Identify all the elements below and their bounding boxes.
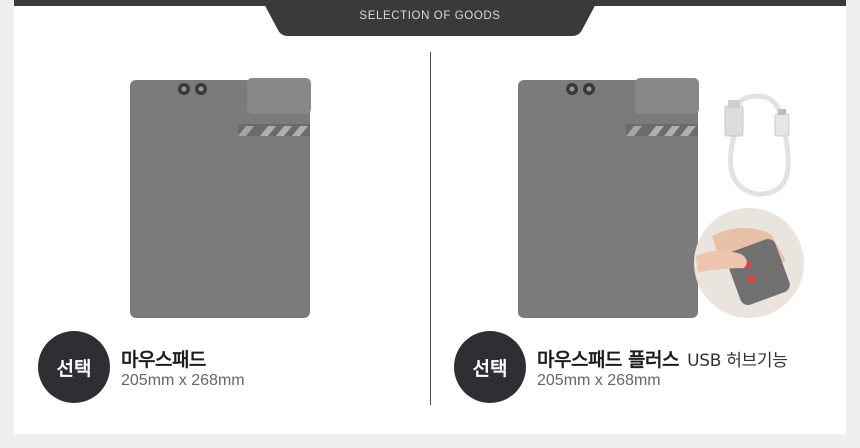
product-size: 205mm x 268mm [121,372,245,389]
mousepad-plus-image [516,76,806,321]
product-name: 마우스패드 [121,345,206,372]
usb-cable-icon [724,93,791,197]
product-feature: USB 허브기능 [687,351,788,371]
column-divider [430,52,431,405]
product-name-text: 마우스패드 [121,349,206,371]
product-name-text: 마우스패드 플러스 [537,349,679,371]
usb-hub-detail-icon [694,208,804,318]
product-size: 205mm x 268mm [537,372,661,389]
mousepad-image [128,76,313,321]
select-badge[interactable]: 선택 [454,331,526,403]
select-badge[interactable]: 선택 [38,331,110,403]
product-name: 마우스패드 플러스 USB 허브기능 [537,345,788,372]
section-header-tab: SELECTION OF GOODS [262,0,598,36]
product-panel: SELECTION OF GOODS 선택 마우스패드 205mm x 268m… [14,0,846,434]
section-header-label: SELECTION OF GOODS [359,10,501,22]
